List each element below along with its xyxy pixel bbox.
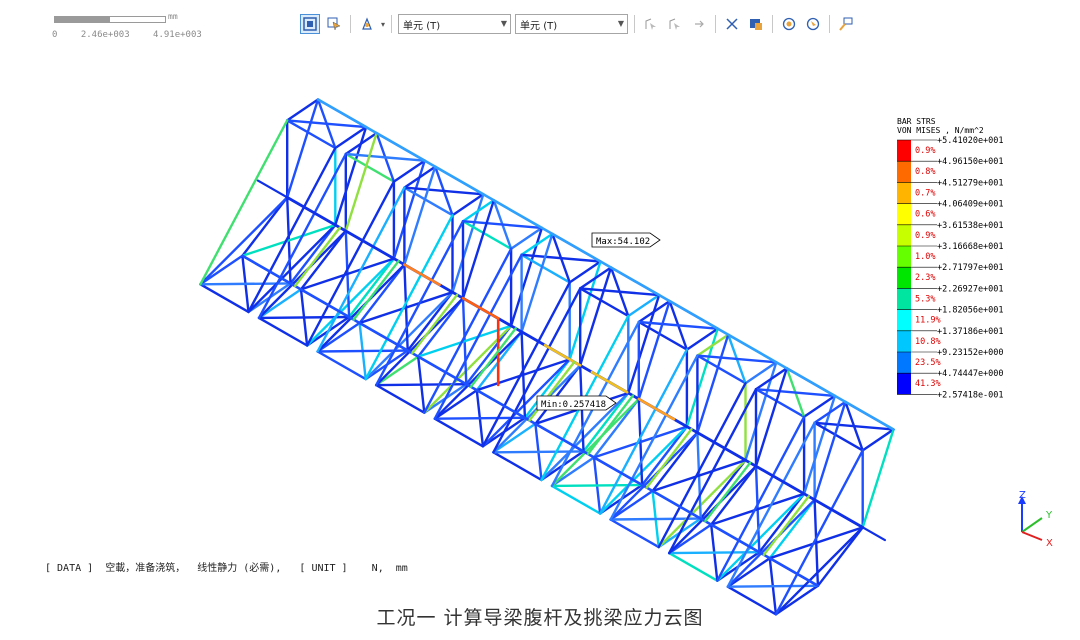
truss-bar [685,327,719,428]
legend-percent: 2.3% [915,273,935,283]
axis-x-label: X [1046,538,1053,548]
truss-bar [286,98,320,199]
stress-legend: BAR STRS VON MISES , N/mm^2 +5.41020e+00… [897,117,1057,407]
legend-title-line1: BAR STRS [897,117,936,126]
truss-bar [813,400,847,501]
truss-bar [344,131,378,233]
legend-band [897,373,911,395]
legend-title-line2: VON MISES , N/mm^2 [897,126,984,135]
legend-percent: 0.9% [915,146,935,156]
data-tag: [ DATA ] [45,563,94,574]
axis-triad: Z Y X [1018,490,1053,548]
legend-band [897,140,911,162]
legend-value: +2.26927e+001 [937,284,1004,294]
truss-bar [334,125,368,227]
legend-band [897,288,911,310]
truss-bar [579,266,613,367]
legend-band [897,330,911,352]
truss-bar [540,391,630,482]
legend-band [897,246,911,268]
truss-bar [481,358,571,448]
truss-bar [247,223,337,314]
legend-value: +2.71797e+001 [937,263,1004,273]
legend-value: +4.74447e+000 [937,369,1004,379]
legend-percent: 0.9% [915,231,935,241]
legend-band [897,182,911,204]
truss-bar [816,526,864,587]
figure-caption: 工况一 计算导梁腹杆及挑梁应力云图 [376,607,704,629]
truss-bar [609,518,660,549]
truss-bar [305,257,396,347]
unit-text: N, mm [371,563,408,574]
truss-bar [492,451,543,482]
truss-bar [509,226,544,327]
legend-value: +3.16668e+001 [937,242,1004,252]
legend-value: +1.37186e+001 [937,327,1004,337]
truss-bar [403,165,437,266]
axis-z-label: Z [1019,490,1026,501]
legend-value: +2.57418e-001 [937,390,1004,400]
legend-percent: 0.7% [915,188,935,198]
legend-value: +5.41020e+001 [937,136,1004,146]
legend-percent: 41.3% [915,379,941,389]
truss-bar [461,199,495,300]
truss-bar [598,425,689,515]
status-line: [ DATA ] 空載，准备浇筑， 线性静力 (必需), [ UNIT ] N,… [45,559,408,574]
truss-bar [375,383,426,414]
truss-bar [316,350,367,381]
truss-model-bars [199,98,895,616]
truss-bar [550,484,602,515]
truss-bar [451,193,485,294]
truss-bar [668,551,719,582]
truss-bar [241,196,289,258]
truss-bar [802,394,837,495]
legend-value: +4.96150e+001 [937,157,1004,167]
truss-bar [754,367,788,468]
truss-bar [392,159,426,260]
truss-bar [716,492,806,582]
legend-value: +3.61538e+001 [937,221,1004,231]
legend-band [897,203,911,225]
legend-percent: 0.6% [915,210,935,220]
truss-bar [861,428,895,529]
legend-value: +1.82056e+001 [937,306,1004,316]
truss-bar [433,417,485,448]
legend-band [897,352,911,374]
axis-y-label: Y [1045,510,1053,521]
legend-percent: 11.9% [915,316,941,326]
legend-percent: 0.8% [915,167,935,177]
legend-band [897,161,911,183]
truss-bar [257,316,309,347]
legend-percent: 10.8% [915,337,941,347]
legend-value: +4.51279e+001 [937,178,1004,188]
truss-bar [199,283,250,314]
legend-band [897,224,911,246]
truss-bar [774,526,864,616]
legend-band [897,267,911,289]
legend-percent: 1.0% [915,252,935,262]
legend-color-scale: +5.41020e+001 +4.96150e+001 +4.51279e+001 +… [897,136,1004,400]
legend-percent: 23.5% [915,358,941,368]
truss-bar [696,333,730,434]
truss-bar [637,299,671,401]
truss-bar [520,232,554,333]
unit-tag: [ UNIT ] [299,563,348,574]
truss-bar [744,361,778,462]
truss-bar [657,459,747,549]
legend-value: +9.23152e+000 [937,348,1004,358]
legend-band [897,309,911,331]
legend-percent: 5.3% [915,294,935,304]
truss-bar [364,291,454,381]
truss-bar [627,293,661,395]
truss-bar [568,260,602,361]
load-case-text: 空載，准备浇筑， 线性静力 (必需), [105,563,282,574]
legend-value: +4.06409e+001 [937,200,1004,210]
